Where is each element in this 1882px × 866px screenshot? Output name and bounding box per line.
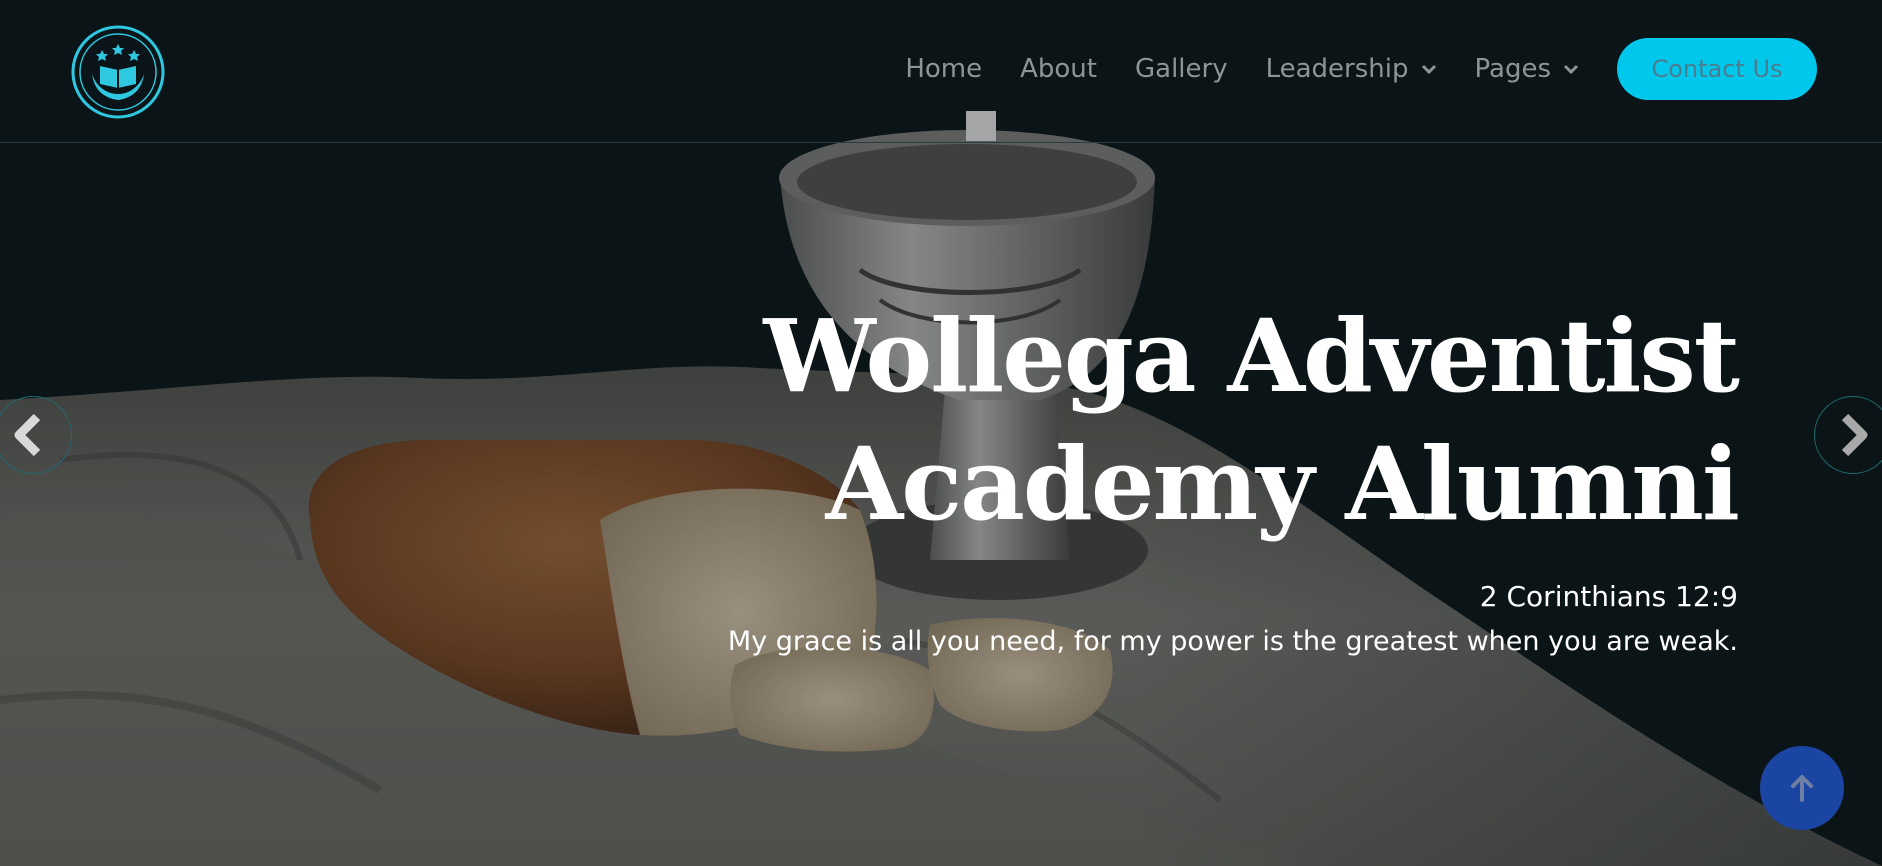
nav-item-label: Gallery bbox=[1134, 54, 1228, 84]
nav-item-label: Pages bbox=[1474, 54, 1552, 84]
nav-item-pages[interactable]: Pages bbox=[1475, 54, 1580, 84]
contact-us-label: Contact Us bbox=[1651, 55, 1783, 83]
nav-item-about[interactable]: About bbox=[1020, 54, 1097, 84]
nav-item-gallery[interactable]: Gallery bbox=[1135, 54, 1228, 84]
slider-next-button[interactable] bbox=[1814, 396, 1882, 474]
slider-prev-button[interactable] bbox=[0, 396, 72, 474]
nav-item-label: About bbox=[1020, 54, 1097, 84]
chevron-right-icon bbox=[1841, 413, 1868, 457]
nav-hover-indicator bbox=[966, 111, 996, 141]
nav-item-leadership[interactable]: Leadership bbox=[1266, 54, 1437, 84]
main-nav: Home About Gallery Leadership Pages Cont… bbox=[905, 38, 1882, 100]
hero-title-line: Wollega Adventist bbox=[763, 297, 1740, 415]
hero-title: Wollega Adventist Academy Alumni bbox=[638, 292, 1740, 548]
chevron-down-icon bbox=[1563, 64, 1579, 75]
back-to-top-button[interactable] bbox=[1760, 746, 1844, 830]
nav-item-label: Home bbox=[905, 54, 983, 84]
page: Home About Gallery Leadership Pages Cont… bbox=[0, 0, 1882, 866]
contact-us-button[interactable]: Contact Us bbox=[1617, 38, 1817, 100]
site-logo[interactable] bbox=[70, 24, 166, 120]
open-book-hands-seal-icon bbox=[71, 25, 165, 119]
chevron-down-icon bbox=[1421, 64, 1436, 75]
nav-item-home[interactable]: Home bbox=[905, 54, 982, 84]
hero-title-line: Academy Alumni bbox=[825, 425, 1740, 543]
verse-text: My grace is all you need, for my power i… bbox=[727, 626, 1738, 657]
verse-reference: 2 Corinthians 12:9 bbox=[1479, 580, 1738, 613]
chevron-left-icon bbox=[14, 413, 41, 457]
arrow-up-icon bbox=[1791, 775, 1813, 802]
site-header: Home About Gallery Leadership Pages Cont… bbox=[0, 0, 1882, 143]
nav-item-label: Leadership bbox=[1265, 54, 1409, 84]
